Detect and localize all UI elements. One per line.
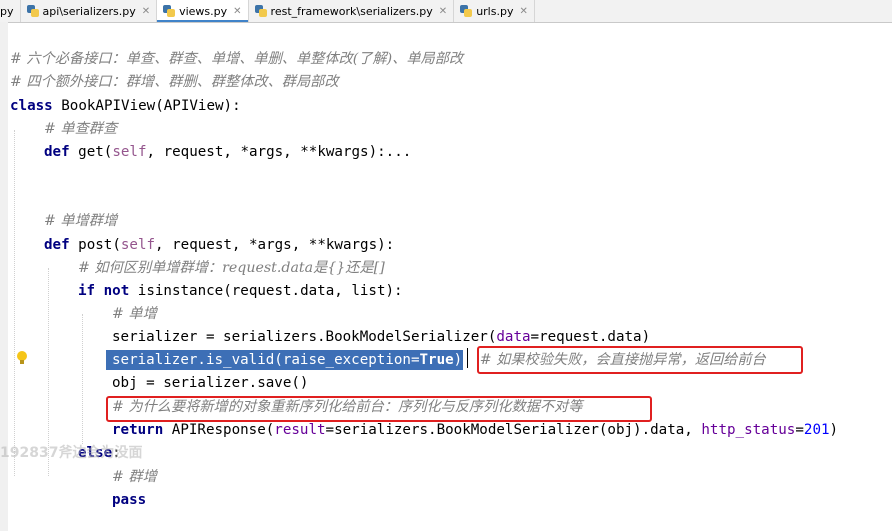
python-file-icon xyxy=(26,5,39,17)
tab-label: api\serializers.py xyxy=(42,4,136,18)
indent-guide xyxy=(14,130,15,476)
code-line: # 六个必备接口：单查、群查、单增、单删、单整体改(了解)、单局部改 xyxy=(10,51,464,67)
code-line: def post(self, request, *args, **kwargs)… xyxy=(44,237,395,253)
code-line: # 群增 xyxy=(112,469,157,485)
code-line: # 为什么要将新增的对象重新序列化给前台：序列化与反序列化数据不对等 xyxy=(112,399,583,415)
watermark: 192837斧边会为没面 xyxy=(0,445,143,461)
code-line: pass xyxy=(112,492,147,508)
text-cursor xyxy=(467,348,468,368)
python-file-icon xyxy=(460,5,473,17)
code-line: # 四个额外接口：群增、群删、群整体改、群局部改 xyxy=(10,74,339,90)
tab-label: rest_framework\serializers.py xyxy=(270,4,433,18)
code-line: # 单增群增 xyxy=(44,213,118,229)
editor-tab-bar: py api\serializers.py ✕ views.py ✕ rest_… xyxy=(0,0,892,23)
code-line-selected: serializer.is_valid(raise_exception=True… xyxy=(106,349,766,371)
python-file-icon xyxy=(163,5,176,17)
code-line: class BookAPIView(APIView): xyxy=(10,98,241,114)
tab-api-serializers[interactable]: api\serializers.py ✕ xyxy=(21,0,158,22)
indent-guide xyxy=(82,314,83,444)
code-line: def get(self, request, *args, **kwargs):… xyxy=(44,144,412,160)
code-editor[interactable]: # 六个必备接口：单查、群查、单增、单删、单整体改(了解)、单局部改 # 四个额… xyxy=(0,22,892,531)
close-icon[interactable]: ✕ xyxy=(439,6,447,17)
tab-views[interactable]: views.py ✕ xyxy=(157,0,249,22)
code-line: # 单查群查 xyxy=(44,121,118,137)
tab-rest-framework-serializers[interactable]: rest_framework\serializers.py ✕ xyxy=(249,0,455,22)
tab-label: urls.py xyxy=(476,4,514,18)
tab-urls[interactable]: urls.py ✕ xyxy=(454,0,535,22)
lightbulb-icon[interactable] xyxy=(16,350,28,366)
code-line: # 如何区别单增群增：request.data是{}还是[] xyxy=(78,260,385,276)
code-line: obj = serializer.save() xyxy=(112,375,309,391)
close-icon[interactable]: ✕ xyxy=(233,6,241,17)
tab-label: py xyxy=(0,4,14,18)
tab-label: views.py xyxy=(179,4,228,18)
code-line: # 单增 xyxy=(112,306,157,322)
close-icon[interactable]: ✕ xyxy=(142,6,150,17)
code-line: return APIResponse(result=serializers.Bo… xyxy=(112,422,839,438)
code-line: if not isinstance(request.data, list): xyxy=(78,283,403,299)
tab-partial[interactable]: py xyxy=(0,0,21,22)
close-icon[interactable]: ✕ xyxy=(519,6,527,17)
code-line: serializer = serializers.BookModelSerial… xyxy=(112,329,651,345)
python-file-icon xyxy=(254,5,267,17)
